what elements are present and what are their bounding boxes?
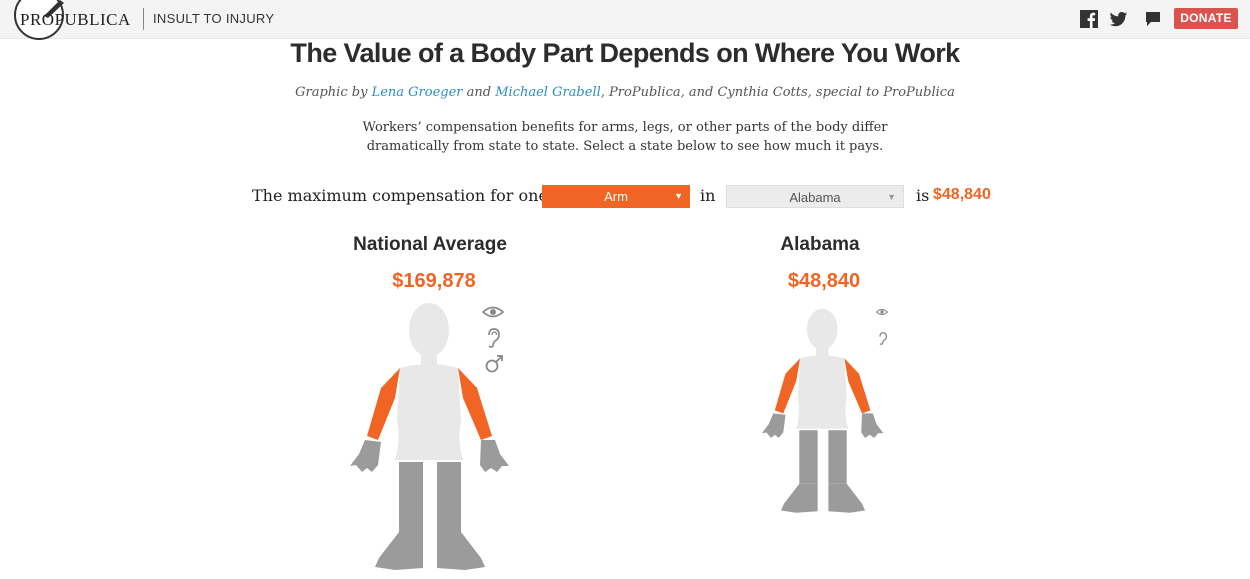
comment-icon[interactable] <box>1144 10 1162 28</box>
head <box>409 303 449 357</box>
byline: Graphic by Lena Groeger and Michael Grab… <box>295 85 955 100</box>
sentence-is: is <box>916 186 930 205</box>
state-amount: $48,840 <box>787 270 861 292</box>
state-title: Alabama <box>780 234 860 255</box>
ear-icon[interactable] <box>878 332 887 345</box>
sentence-prefix: The maximum compensation for one <box>252 186 548 205</box>
chevron-down-icon: ▼ <box>674 191 683 201</box>
left-arm <box>367 368 400 440</box>
torso <box>395 364 463 460</box>
nav-divider <box>143 8 144 30</box>
left-hand <box>761 413 786 438</box>
twitter-icon[interactable] <box>1110 10 1128 28</box>
eye-icon[interactable] <box>482 305 504 319</box>
national-average-amount: $169,878 <box>392 270 476 292</box>
body-figure-shapes <box>761 308 884 513</box>
state-select[interactable]: Alabama ▼ <box>726 185 904 208</box>
intro-text: Workers’ compensation benefits for arms,… <box>362 120 888 154</box>
state-body-figure <box>761 308 884 513</box>
right-hand <box>480 440 509 472</box>
body-part-select[interactable]: Arm ▼ <box>542 185 690 208</box>
author-link-lena-groeger[interactable]: Lena Groeger <box>372 85 463 100</box>
left-hand <box>350 440 381 472</box>
right-arm <box>458 368 492 440</box>
head <box>806 308 838 350</box>
right-hand <box>861 413 884 438</box>
selected-amount: $48,840 <box>933 186 991 203</box>
left-leg <box>399 462 423 532</box>
eye-icon[interactable] <box>876 308 888 316</box>
page-title: The Value of a Body Part Depends on Wher… <box>290 38 960 68</box>
section-link[interactable]: INSULT TO INJURY <box>153 11 274 26</box>
top-navigation-bar: PROPUBLICA INSULT TO INJURY DONATE <box>0 0 1250 40</box>
left-foot <box>375 532 423 570</box>
left-leg <box>799 430 818 484</box>
facebook-icon[interactable] <box>1080 10 1098 28</box>
male-symbol-icon[interactable] <box>484 354 504 374</box>
right-foot <box>828 483 866 513</box>
donate-button[interactable]: DONATE <box>1174 8 1238 29</box>
left-foot <box>780 483 818 513</box>
torso <box>796 355 849 429</box>
right-leg <box>437 462 461 532</box>
state-value: Alabama <box>789 190 841 205</box>
right-foot <box>437 532 485 570</box>
brand-name[interactable]: PROPUBLICA <box>20 10 131 30</box>
national-average-title: National Average <box>353 234 507 255</box>
sentence-in: in <box>700 186 716 205</box>
right-arm <box>844 358 871 414</box>
right-leg <box>828 430 847 484</box>
author-link-michael-grabell[interactable]: Michael Grabell <box>495 85 601 100</box>
chevron-down-icon: ▼ <box>887 192 896 202</box>
body-part-value: Arm <box>604 189 628 204</box>
left-arm <box>774 358 801 414</box>
ear-icon[interactable] <box>486 328 500 348</box>
